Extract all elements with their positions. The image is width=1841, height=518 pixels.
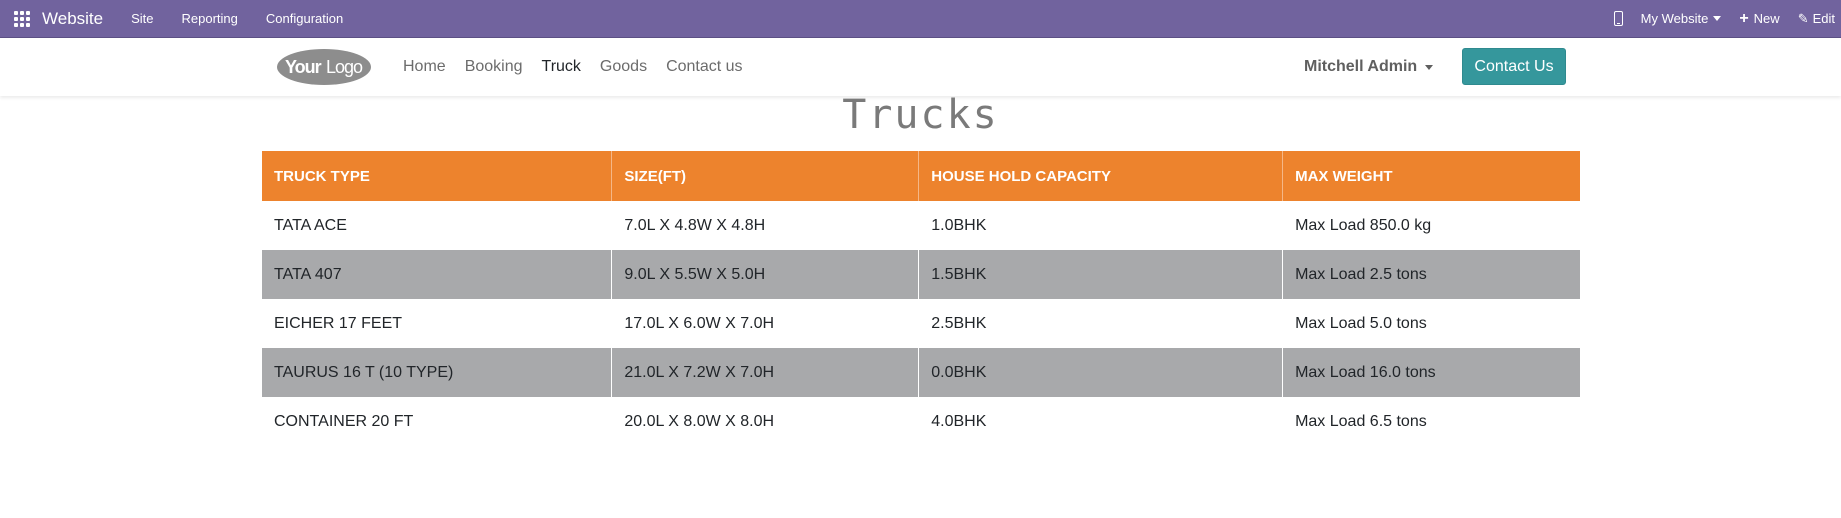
cell-max-weight: Max Load 2.5 tons <box>1282 250 1580 299</box>
user-menu[interactable]: Mitchell Admin <box>1304 38 1434 96</box>
website-switcher[interactable]: My Website <box>1632 11 1731 26</box>
svg-text:Your: Your <box>285 57 322 77</box>
new-button-label: New <box>1753 11 1780 26</box>
cell-max-weight: Max Load 16.0 tons <box>1282 348 1580 397</box>
mobile-phone-icon <box>1613 11 1623 26</box>
cell-capacity: 0.0BHK <box>918 348 1284 397</box>
header-size: SIZE(FT) <box>611 151 920 201</box>
nav-home[interactable]: Home <box>403 58 446 76</box>
trucks-table: TRUCK TYPE SIZE(FT) HOUSE HOLD CAPACITY … <box>262 151 1580 446</box>
table-row: CONTAINER 20 FT 20.0L X 8.0W X 8.0H 4.0B… <box>262 397 1580 446</box>
cell-capacity: 1.5BHK <box>918 250 1284 299</box>
menu-configuration[interactable]: Configuration <box>252 11 357 26</box>
app-brand[interactable]: Website <box>42 9 103 29</box>
cell-size: 7.0L X 4.8W X 4.8H <box>611 201 920 250</box>
apps-grid-icon[interactable] <box>14 10 30 27</box>
cell-capacity: 2.5BHK <box>918 299 1284 348</box>
caret-down-icon <box>1713 16 1722 21</box>
header-capacity: HOUSE HOLD CAPACITY <box>918 151 1284 201</box>
table-row: TAURUS 16 T (10 TYPE) 21.0L X 7.2W X 7.0… <box>262 348 1580 397</box>
svg-text:Logo: Logo <box>326 57 363 77</box>
table-row: TATA ACE 7.0L X 4.8W X 4.8H 1.0BHK Max L… <box>262 201 1580 250</box>
menu-reporting[interactable]: Reporting <box>168 11 252 26</box>
table-header-row: TRUCK TYPE SIZE(FT) HOUSE HOLD CAPACITY … <box>262 151 1580 201</box>
nav-booking[interactable]: Booking <box>465 58 523 76</box>
page-title: Trucks <box>842 92 999 138</box>
cell-max-weight: Max Load 6.5 tons <box>1282 397 1580 446</box>
cell-truck-type: EICHER 17 FEET <box>262 299 613 348</box>
nav-truck[interactable]: Truck <box>542 58 581 76</box>
cell-truck-type: CONTAINER 20 FT <box>262 397 613 446</box>
edit-button[interactable]: ✎ Edit <box>1789 11 1841 27</box>
header-truck-type: TRUCK TYPE <box>262 151 613 201</box>
menu-site[interactable]: Site <box>117 11 167 26</box>
company-logo[interactable]: Your Logo <box>276 48 372 86</box>
nav-goods[interactable]: Goods <box>600 58 647 76</box>
website-navbar: Your Logo Home Booking Truck Goods Conta… <box>0 38 1841 96</box>
cell-capacity: 4.0BHK <box>918 397 1284 446</box>
site-menu: Home Booking Truck Goods Contact us <box>403 38 762 96</box>
contact-us-button[interactable]: Contact Us <box>1462 48 1566 85</box>
odoo-top-bar: Website Site Reporting Configuration My … <box>0 0 1841 38</box>
pencil-icon: ✎ <box>1797 10 1809 26</box>
top-right-actions: My Website + New ✎ Edit <box>1605 9 1841 27</box>
cell-capacity: 1.0BHK <box>918 201 1284 250</box>
edit-button-label: Edit <box>1812 11 1835 26</box>
table-row: TATA 407 9.0L X 5.5W X 5.0H 1.5BHK Max L… <box>262 250 1580 299</box>
user-name: Mitchell Admin <box>1304 58 1418 75</box>
cell-size: 9.0L X 5.5W X 5.0H <box>611 250 920 299</box>
caret-down-icon <box>1425 64 1434 70</box>
cell-size: 17.0L X 6.0W X 7.0H <box>611 299 920 348</box>
new-button[interactable]: + New <box>1730 9 1788 27</box>
cell-truck-type: TAURUS 16 T (10 TYPE) <box>262 348 613 397</box>
cell-max-weight: Max Load 850.0 kg <box>1282 201 1580 250</box>
nav-contact-us[interactable]: Contact us <box>666 58 742 76</box>
plus-icon: + <box>1739 9 1749 27</box>
table-row: EICHER 17 FEET 17.0L X 6.0W X 7.0H 2.5BH… <box>262 299 1580 348</box>
cell-truck-type: TATA 407 <box>262 250 613 299</box>
header-max-weight: MAX WEIGHT <box>1282 151 1580 201</box>
cell-size: 20.0L X 8.0W X 8.0H <box>611 397 920 446</box>
cell-truck-type: TATA ACE <box>262 201 613 250</box>
website-switcher-label: My Website <box>1640 11 1709 26</box>
mobile-preview-button[interactable] <box>1605 11 1632 26</box>
cell-max-weight: Max Load 5.0 tons <box>1282 299 1580 348</box>
cell-size: 21.0L X 7.2W X 7.0H <box>611 348 920 397</box>
